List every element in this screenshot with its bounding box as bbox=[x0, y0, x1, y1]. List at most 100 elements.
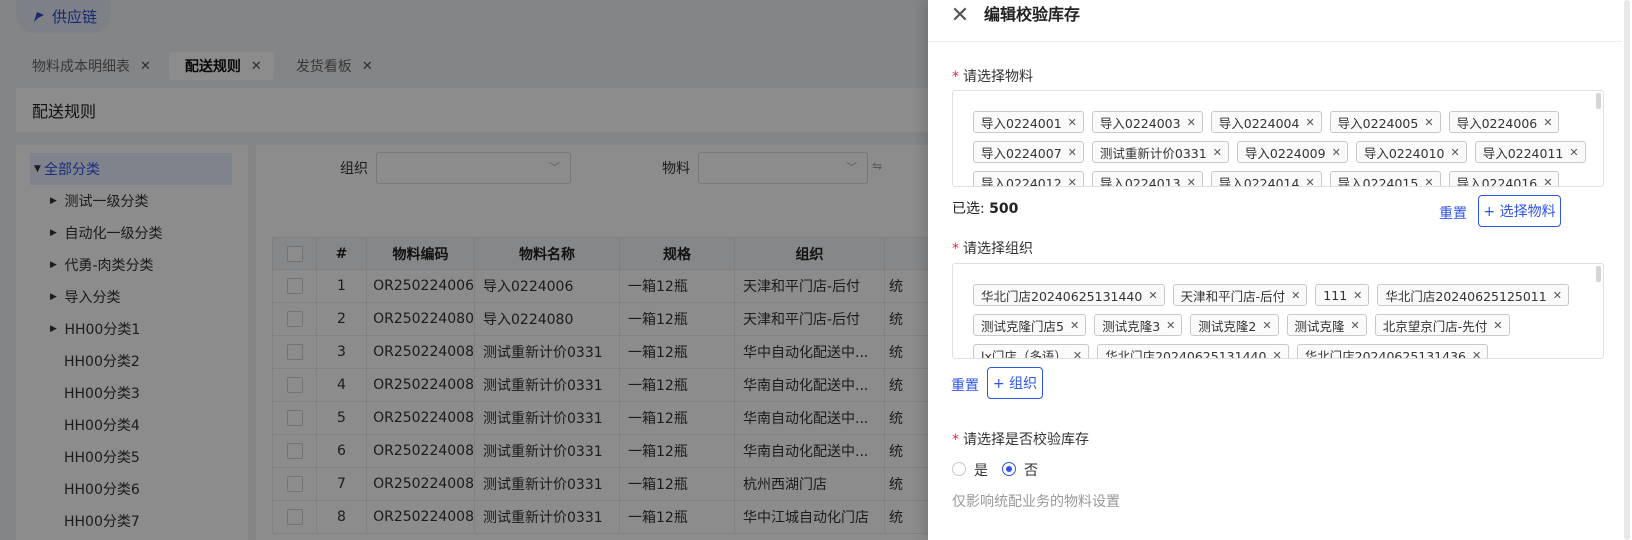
tag-row: lx门店（多语） ✕ 华北门店20240625131440 ✕ 华北门店20240625… bbox=[973, 344, 1489, 359]
tag-remove-icon[interactable]: ✕ bbox=[1262, 319, 1271, 332]
tag-remove-icon[interactable]: ✕ bbox=[1353, 289, 1362, 302]
tag-label: 导入0224016 bbox=[1456, 175, 1538, 187]
select-material-button[interactable]: + 选择物料 bbox=[1478, 195, 1561, 227]
selected-tag[interactable]: 华北门店20240625131436 ✕ bbox=[1296, 344, 1489, 359]
material-tag-box[interactable]: 导入0224001 ✕ 导入0224003 ✕ 导入0224004 ✕ 导入0224005 ✕… bbox=[952, 90, 1604, 187]
tag-remove-icon[interactable]: ✕ bbox=[1569, 146, 1578, 159]
tag-label: 华北门店20240625131440 bbox=[1105, 348, 1267, 359]
selected-tag[interactable]: 导入0224001 ✕ bbox=[973, 111, 1084, 133]
selected-tag[interactable]: 测试克隆 ✕ bbox=[1286, 314, 1367, 336]
tag-label: 测试重新计价0331 bbox=[1099, 145, 1207, 161]
tag-label: 测试克隆2 bbox=[1198, 318, 1257, 334]
tag-label: 导入0224007 bbox=[981, 145, 1062, 161]
org-reset-button[interactable]: 重置 bbox=[951, 375, 979, 395]
required-mark: * bbox=[952, 69, 959, 85]
tag-label: 导入0224001 bbox=[981, 115, 1062, 131]
tag-remove-icon[interactable]: ✕ bbox=[1187, 116, 1196, 129]
selected-tag[interactable]: 导入0224006 ✕ bbox=[1448, 111, 1560, 133]
tag-label: 测试克隆门店5 bbox=[981, 318, 1064, 334]
selected-tag[interactable]: 测试克隆2 ✕ bbox=[1190, 314, 1279, 336]
selected-tag[interactable]: 导入0224011 ✕ bbox=[1474, 141, 1586, 163]
org-field-label: * 请选择组织 bbox=[952, 238, 1033, 258]
edit-drawer: ✕ 编辑校验库存 * 请选择物料 导入0224001 ✕ 导入0224003 ✕ 导入02… bbox=[928, 0, 1632, 540]
tag-remove-icon[interactable]: ✕ bbox=[1493, 319, 1502, 332]
selected-tag[interactable]: 北京望京门店-先付 ✕ bbox=[1374, 314, 1510, 336]
modal-overlay[interactable] bbox=[0, 0, 928, 540]
selected-tag[interactable]: lx门店（多语） ✕ bbox=[973, 344, 1090, 359]
tag-label: 导入0224009 bbox=[1244, 145, 1326, 161]
tag-remove-icon[interactable]: ✕ bbox=[1073, 349, 1082, 359]
tag-remove-icon[interactable]: ✕ bbox=[1068, 176, 1077, 187]
check-stock-label-text: 请选择是否校验库存 bbox=[963, 432, 1089, 448]
tag-label: lx门店（多语） bbox=[981, 348, 1067, 359]
tag-label: 导入0224003 bbox=[1099, 115, 1181, 131]
tag-remove-icon[interactable]: ✕ bbox=[1543, 116, 1552, 129]
tag-label: 导入0224014 bbox=[1218, 175, 1300, 187]
selected-tag[interactable]: 测试克隆3 ✕ bbox=[1094, 314, 1183, 336]
selected-tag[interactable]: 导入0224009 ✕ bbox=[1236, 141, 1348, 163]
radio-no-label[interactable]: 否 bbox=[1024, 460, 1038, 480]
tag-remove-icon[interactable]: ✕ bbox=[1305, 176, 1314, 187]
radio-yes-label[interactable]: 是 bbox=[974, 460, 988, 480]
tag-remove-icon[interactable]: ✕ bbox=[1068, 146, 1077, 159]
tag-remove-icon[interactable]: ✕ bbox=[1213, 146, 1222, 159]
selected-tag[interactable]: 测试克隆门店5 ✕ bbox=[973, 314, 1087, 336]
tag-remove-icon[interactable]: ✕ bbox=[1291, 289, 1300, 302]
tag-label: 测试克隆 bbox=[1294, 318, 1345, 334]
selected-tag[interactable]: 华北门店20240625125011 ✕ bbox=[1377, 284, 1569, 306]
tag-remove-icon[interactable]: ✕ bbox=[1272, 349, 1281, 359]
selected-tag[interactable]: 导入0224004 ✕ bbox=[1210, 111, 1322, 133]
tag-remove-icon[interactable]: ✕ bbox=[1351, 319, 1360, 332]
tag-remove-icon[interactable]: ✕ bbox=[1424, 176, 1433, 187]
drawer-scrollbar[interactable] bbox=[1622, 0, 1632, 540]
selected-tag[interactable]: 华北门店20240625131440 ✕ bbox=[1097, 344, 1289, 359]
tag-label: 导入0224006 bbox=[1456, 115, 1538, 131]
radio-no[interactable] bbox=[1002, 462, 1016, 476]
tag-remove-icon[interactable]: ✕ bbox=[1424, 116, 1433, 129]
selected-tag[interactable]: 华北门店20240625131440 ✕ bbox=[973, 284, 1165, 306]
org-tag-box[interactable]: 华北门店20240625131440 ✕ 天津和平门店-后付 ✕ 111 ✕ 华北门店202… bbox=[952, 263, 1604, 359]
tag-label: 导入0224004 bbox=[1218, 115, 1300, 131]
scrollbar[interactable] bbox=[1596, 266, 1601, 282]
tag-row: 导入0224001 ✕ 导入0224003 ✕ 导入0224004 ✕ 导入0224005 ✕… bbox=[973, 111, 1560, 133]
tag-remove-icon[interactable]: ✕ bbox=[1472, 349, 1481, 359]
drawer-header: ✕ 编辑校验库存 bbox=[928, 0, 1632, 42]
tag-remove-icon[interactable]: ✕ bbox=[1543, 176, 1552, 187]
selected-tag[interactable]: 导入0224005 ✕ bbox=[1329, 111, 1441, 133]
tag-row: 导入0224012 ✕ 导入0224013 ✕ 导入0224014 ✕ 导入0224015 ✕… bbox=[973, 171, 1560, 187]
check-stock-field-label: * 请选择是否校验库存 bbox=[952, 429, 1089, 449]
tag-remove-icon[interactable]: ✕ bbox=[1332, 146, 1341, 159]
selected-tag[interactable]: 111 ✕ bbox=[1315, 284, 1370, 306]
selected-tag[interactable]: 导入0224015 ✕ bbox=[1329, 171, 1441, 187]
tag-remove-icon[interactable]: ✕ bbox=[1187, 176, 1196, 187]
tag-label: 华北门店20240625125011 bbox=[1385, 288, 1547, 304]
add-org-button[interactable]: + 组织 bbox=[987, 367, 1043, 399]
tag-label: 导入0224013 bbox=[1099, 175, 1181, 187]
tag-remove-icon[interactable]: ✕ bbox=[1450, 146, 1459, 159]
selected-tag[interactable]: 导入0224003 ✕ bbox=[1091, 111, 1203, 133]
selected-tag[interactable]: 导入0224007 ✕ bbox=[973, 141, 1084, 163]
scrollbar-thumb[interactable] bbox=[1624, 0, 1630, 540]
org-label-text: 请选择组织 bbox=[963, 241, 1033, 257]
tag-remove-icon[interactable]: ✕ bbox=[1166, 319, 1175, 332]
selected-tag[interactable]: 天津和平门店-后付 ✕ bbox=[1172, 284, 1308, 306]
selected-tag[interactable]: 测试重新计价0331 ✕ bbox=[1091, 141, 1229, 163]
tag-remove-icon[interactable]: ✕ bbox=[1148, 289, 1157, 302]
close-icon[interactable]: ✕ bbox=[948, 4, 972, 28]
tag-row: 测试克隆门店5 ✕ 测试克隆3 ✕ 测试克隆2 ✕ 测试克隆 ✕ 北京望京门店-先付 ✕ bbox=[973, 314, 1510, 336]
tag-row: 华北门店20240625131440 ✕ 天津和平门店-后付 ✕ 111 ✕ 华北门店202… bbox=[973, 284, 1569, 306]
tag-remove-icon[interactable]: ✕ bbox=[1553, 289, 1562, 302]
scrollbar[interactable] bbox=[1596, 93, 1601, 109]
selected-tag[interactable]: 导入0224010 ✕ bbox=[1355, 141, 1467, 163]
selected-tag[interactable]: 导入0224016 ✕ bbox=[1448, 171, 1560, 187]
tag-remove-icon[interactable]: ✕ bbox=[1070, 319, 1079, 332]
selected-tag[interactable]: 导入0224014 ✕ bbox=[1210, 171, 1322, 187]
selected-count-value: 500 bbox=[989, 201, 1019, 217]
tag-remove-icon[interactable]: ✕ bbox=[1305, 116, 1314, 129]
tag-remove-icon[interactable]: ✕ bbox=[1068, 116, 1077, 129]
selected-tag[interactable]: 导入0224012 ✕ bbox=[973, 171, 1084, 187]
check-stock-hint: 仅影响统配业务的物料设置 bbox=[952, 494, 1120, 510]
radio-yes[interactable] bbox=[952, 462, 966, 476]
selected-tag[interactable]: 导入0224013 ✕ bbox=[1091, 171, 1203, 187]
material-reset-button[interactable]: 重置 bbox=[1439, 203, 1467, 223]
